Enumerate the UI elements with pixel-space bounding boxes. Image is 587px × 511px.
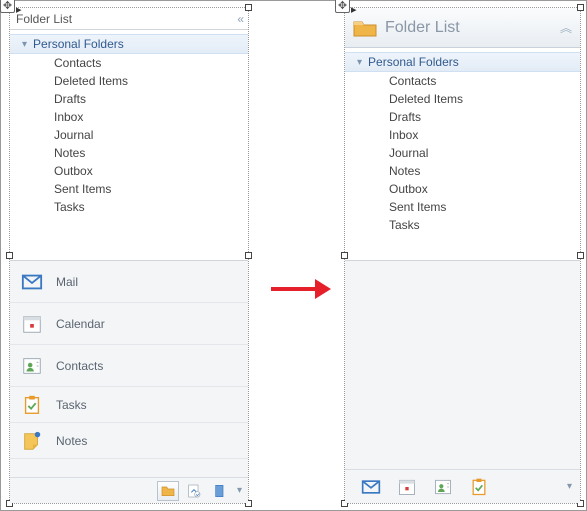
overflow-dropdown-icon[interactable]: ▾	[567, 481, 572, 492]
folder-icon	[160, 483, 176, 499]
nav-item-label: Contacts	[56, 359, 103, 373]
notes-icon	[20, 430, 44, 452]
chevron-down-icon[interactable]: ▾	[22, 39, 27, 50]
tree-item[interactable]: Journal	[345, 144, 580, 162]
overflow-folder-button[interactable]	[157, 481, 179, 501]
nav-item-label: Calendar	[56, 317, 105, 331]
tree-item[interactable]: Drafts	[345, 108, 580, 126]
chevron-down-icon[interactable]: ▾	[357, 57, 362, 68]
overflow-book-button[interactable]	[209, 481, 231, 501]
empty-nav-area	[345, 260, 580, 469]
tree-item[interactable]: Sent Items	[345, 198, 580, 216]
transition-arrow-icon	[271, 279, 333, 299]
tree-item[interactable]: Contacts	[345, 72, 580, 90]
folder-tree: ▾ Personal Folders ContactsDeleted Items…	[345, 48, 580, 238]
folder-tree: ▾ Personal Folders ContactsDeleted Items…	[10, 30, 248, 220]
panel-title: Folder List	[385, 19, 460, 37]
nav-item-label: Tasks	[56, 398, 87, 412]
folder-icon	[353, 18, 377, 38]
calendar-icon	[397, 477, 417, 497]
mail-icon	[20, 271, 44, 293]
tree-item[interactable]: Inbox	[10, 108, 248, 126]
nav-item-label: Mail	[56, 275, 78, 289]
tree-item[interactable]: Outbox	[345, 180, 580, 198]
tree-item[interactable]: Contacts	[10, 54, 248, 72]
tasks-icon	[469, 477, 489, 497]
move-handle-icon[interactable]	[335, 0, 350, 13]
overflow-bar: ▾	[10, 477, 248, 503]
tree-item[interactable]: Journal	[10, 126, 248, 144]
tasks-icon	[20, 394, 44, 416]
compact-calendar-button[interactable]	[392, 474, 422, 500]
shortcuts-icon	[186, 483, 202, 499]
tree-item[interactable]: Tasks	[345, 216, 580, 234]
collapse-icon[interactable]: ︽	[560, 19, 572, 36]
tree-item[interactable]: Deleted Items	[10, 72, 248, 90]
contacts-icon	[433, 477, 453, 497]
nav-item-calendar[interactable]: Calendar	[10, 303, 248, 345]
nav-item-contacts[interactable]: Contacts	[10, 345, 248, 387]
mail-icon	[361, 477, 381, 497]
tree-root[interactable]: ▾ Personal Folders	[10, 34, 248, 54]
contacts-icon	[20, 355, 44, 377]
panel-header: Folder List ︽	[345, 8, 580, 48]
nav-item-mail[interactable]: Mail	[10, 261, 248, 303]
tree-item[interactable]: Outbox	[10, 162, 248, 180]
tree-root[interactable]: ▾ Personal Folders	[345, 52, 580, 72]
nav-item-tasks[interactable]: Tasks	[10, 387, 248, 423]
tree-item[interactable]: Deleted Items	[345, 90, 580, 108]
tree-item[interactable]: Sent Items	[10, 180, 248, 198]
compact-contacts-button[interactable]	[428, 474, 458, 500]
compact-tasks-button[interactable]	[464, 474, 494, 500]
tree-item[interactable]: Notes	[345, 162, 580, 180]
tree-item[interactable]: Inbox	[345, 126, 580, 144]
nav-panel-before: ▸ Folder List « ▾ Personal Folders Conta…	[9, 7, 249, 504]
tree-item[interactable]: Tasks	[10, 198, 248, 216]
compact-nav-bar: ▾	[345, 469, 580, 503]
overflow-dropdown-icon[interactable]: ▾	[237, 485, 242, 496]
tree-item[interactable]: Notes	[10, 144, 248, 162]
collapse-icon[interactable]: «	[237, 8, 242, 30]
panel-title: Folder List	[16, 8, 72, 30]
tree-item[interactable]: Drafts	[10, 90, 248, 108]
nav-groups: Mail Calendar Contacts Tasks Notes	[10, 260, 248, 477]
nav-item-notes[interactable]: Notes	[10, 423, 248, 459]
tree-root-label: Personal Folders	[33, 37, 124, 51]
smart-tag-icon[interactable]: ▸	[16, 3, 22, 16]
nav-item-label: Notes	[56, 434, 87, 448]
book-icon	[212, 483, 228, 499]
nav-panel-after: ▸ Folder List ︽ ▾ Personal Folders Conta…	[344, 7, 581, 504]
calendar-icon	[20, 313, 44, 335]
overflow-shortcuts-button[interactable]	[183, 481, 205, 501]
compact-mail-button[interactable]	[356, 474, 386, 500]
tree-root-label: Personal Folders	[368, 55, 459, 69]
panel-header: Folder List «	[10, 8, 248, 30]
smart-tag-icon[interactable]: ▸	[351, 3, 357, 16]
move-handle-icon[interactable]	[0, 0, 15, 13]
